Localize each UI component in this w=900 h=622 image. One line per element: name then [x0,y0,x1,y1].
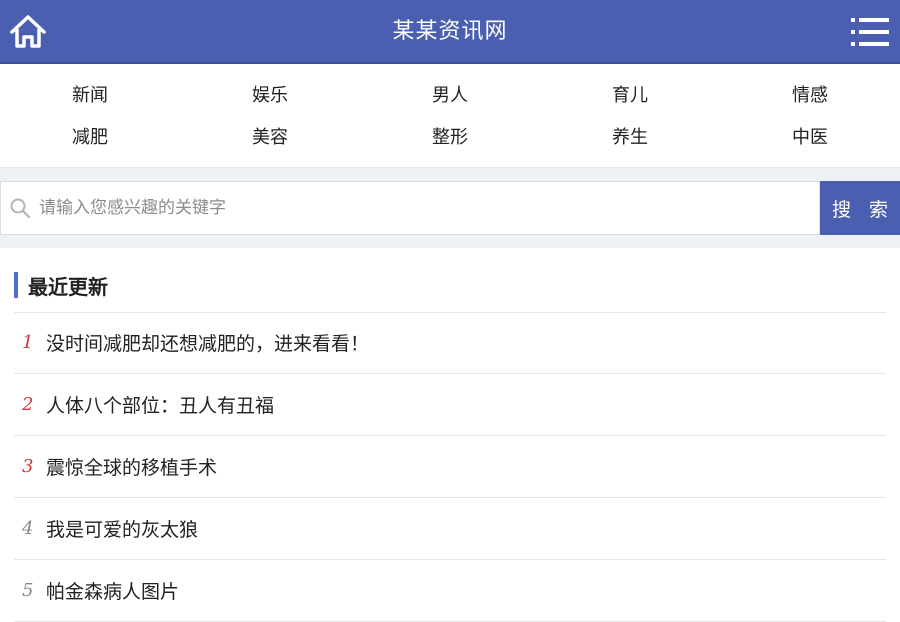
nav-item-weight-loss[interactable]: 减肥 [0,120,180,162]
section-header: 最近更新 [14,272,108,299]
nav-item-plastic-surgery[interactable]: 整形 [360,120,540,162]
nav-item-men[interactable]: 男人 [360,78,540,120]
nav-item-label: 情感 [792,85,828,106]
nav-item-chinese-medicine[interactable]: 中医 [720,120,900,162]
search-button[interactable]: 搜 索 [820,181,900,235]
nav-item-beauty[interactable]: 美容 [180,120,360,162]
search-box [0,181,820,235]
nav-item-label: 整形 [432,127,468,148]
rank-number: 1 [22,332,34,353]
nav-item-health[interactable]: 养生 [540,120,720,162]
nav-item-label: 美容 [252,127,288,148]
list-item[interactable]: 2 人体八个部位：丑人有丑福 [14,374,886,436]
nav-item-news[interactable]: 新闻 [0,78,180,120]
category-grid: 新闻 娱乐 男人 育儿 情感 减肥 美容 整形 养生 中医 [0,78,900,162]
nav-item-label: 男人 [432,85,468,106]
menu-icon [851,18,889,46]
article-title: 没时间减肥却还想减肥的，进来看看！ [46,333,370,355]
rank-number: 3 [22,456,34,477]
search-input[interactable] [31,183,819,233]
search-section: 搜 索 [0,168,900,248]
nav-item-label: 中医 [792,127,828,148]
list-item[interactable]: 3 震惊全球的移植手术 [14,436,886,498]
nav-item-label: 育儿 [612,85,648,106]
search-icon [10,198,31,219]
nav-item-label: 新闻 [72,85,108,106]
section-title: 最近更新 [28,274,108,299]
page-title: 某某资讯网 [392,19,508,44]
list-item[interactable]: 5 帕金森病人图片 [14,560,886,622]
article-title: 人体八个部位：丑人有丑福 [46,395,275,417]
rank-number: 4 [22,518,34,539]
latest-updates-section: 最近更新 1 没时间减肥却还想减肥的，进来看看！ 2 人体八个部位：丑人有丑福 … [0,248,900,622]
nav-item-label: 娱乐 [252,85,288,106]
home-button[interactable] [8,12,48,52]
article-title: 震惊全球的移植手术 [46,457,218,479]
nav-item-emotion[interactable]: 情感 [720,78,900,120]
list-item[interactable]: 1 没时间减肥却还想减肥的，进来看看！ [14,312,886,374]
section-accent-bar [14,272,18,298]
list-item[interactable]: 4 我是可爱的灰太狼 [14,498,886,560]
nav-item-label: 减肥 [72,127,108,148]
rank-number: 2 [22,394,34,415]
nav-item-parenting[interactable]: 育儿 [540,78,720,120]
article-list: 1 没时间减肥却还想减肥的，进来看看！ 2 人体八个部位：丑人有丑福 3 震惊全… [14,312,886,622]
top-header: 某某资讯网 [0,0,900,64]
article-title: 我是可爱的灰太狼 [46,519,199,541]
nav-item-label: 养生 [612,127,648,148]
rank-number: 5 [22,580,34,601]
nav-item-entertainment[interactable]: 娱乐 [180,78,360,120]
category-nav: 新闻 娱乐 男人 育儿 情感 减肥 美容 整形 养生 中医 [0,64,900,168]
home-icon [10,15,46,48]
menu-button[interactable] [850,14,890,50]
